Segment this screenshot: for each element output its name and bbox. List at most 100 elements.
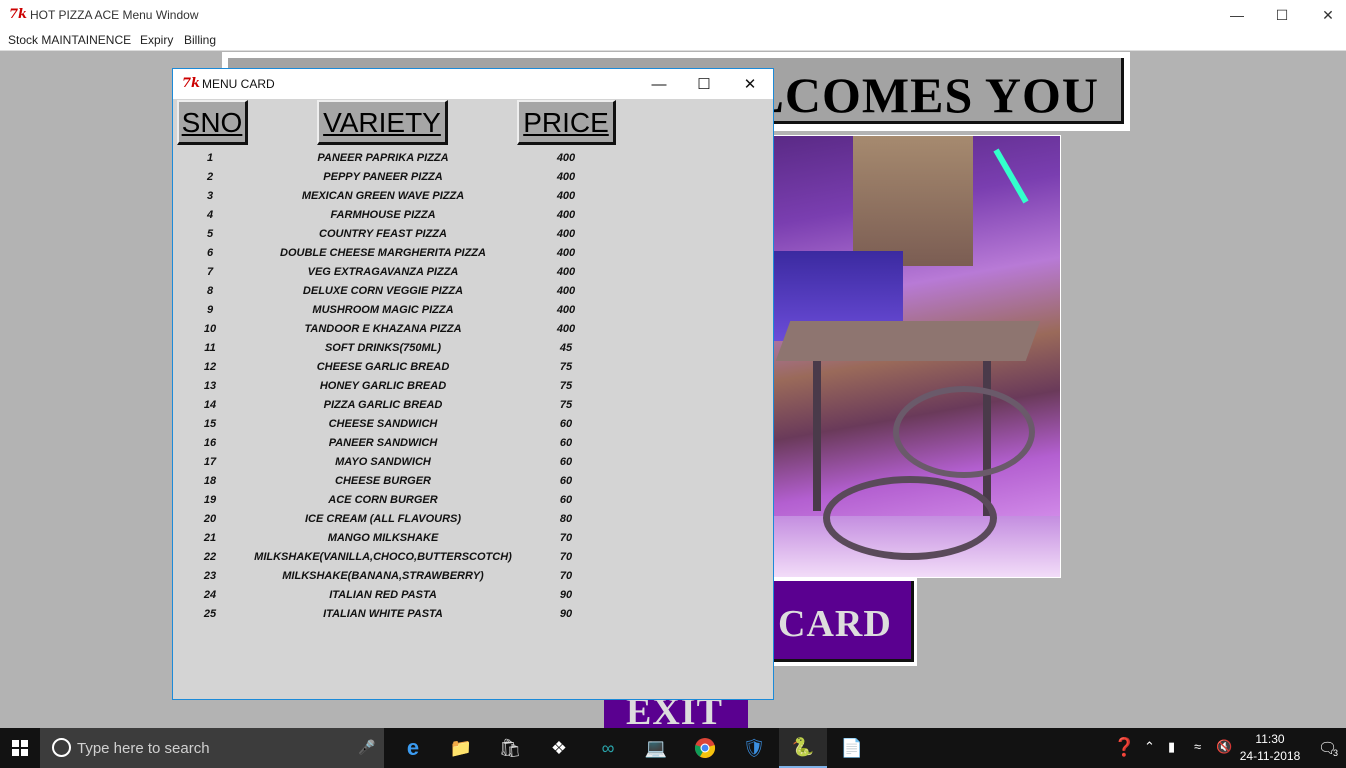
arduino-icon[interactable]: ∞ [584,728,632,768]
python-icon[interactable]: 🐍 [779,728,827,768]
row-sno: 23 [203,570,217,582]
start-button[interactable] [0,728,40,768]
battery-icon[interactable]: ▮ [1168,739,1175,755]
row-price: 70 [559,532,573,544]
row-variety: TANDOOR E KHAZANA PIZZA [304,323,462,335]
store-icon[interactable]: 🛍 [486,728,534,768]
table-row: 6 DOUBLE CHEESE MARGHERITA PIZZA 400 [173,244,773,263]
volume-muted-icon[interactable]: 🔇 [1216,739,1232,755]
taskbar-search-box[interactable]: Type here to search 🎤 [40,728,384,768]
tk-feather-icon: 7k [9,7,28,22]
row-variety: VEG EXTRAGAVANZA PIZZA [307,266,459,278]
dropbox-icon[interactable]: ❖ [535,728,583,768]
exit-button[interactable]: EXIT [604,698,748,728]
row-variety: ITALIAN WHITE PASTA [323,608,443,620]
table-row: 16 PANEER SANDWICH 60 [173,434,773,453]
menu-stock-maintainence[interactable]: Stock MAINTAINENCE [8,33,131,47]
row-variety: CHEESE SANDWICH [328,418,438,430]
security-app-icon[interactable]: 🛡 [730,728,778,768]
table-row: 19 ACE CORN BURGER 60 [173,491,773,510]
main-window-title: HOT PIZZA ACE Menu Window [30,8,199,22]
clock-time: 11:30 [1255,732,1285,746]
header-price[interactable]: PRICE [517,100,616,145]
header-sno[interactable]: SNO [177,100,248,145]
microphone-icon[interactable]: 🎤 [358,739,375,756]
row-sno: 25 [203,608,217,620]
wifi-icon[interactable]: ≈ [1194,739,1201,754]
row-variety: ICE CREAM (ALL FLAVOURS) [304,513,462,525]
taskbar-clock[interactable]: 11:30 24-11-2018 [1238,731,1302,765]
python-script-icon[interactable]: 📄 [828,728,876,768]
restaurant-photo [772,135,1061,578]
row-variety: PEPPY PANEER PIZZA [323,171,443,183]
table-row: 18 CHEESE BURGER 60 [173,472,773,491]
row-sno: 13 [203,380,217,392]
dialog-minimize-button[interactable]: — [636,69,682,99]
row-price: 400 [556,247,576,259]
row-price: 90 [559,589,573,601]
row-variety: PIZZA GARLIC BREAD [323,399,443,411]
table-row: 9 MUSHROOM MAGIC PIZZA 400 [173,301,773,320]
row-sno: 19 [203,494,217,506]
header-variety[interactable]: VARIETY [317,100,448,145]
row-price: 90 [559,608,573,620]
table-row: 10 TANDOOR E KHAZANA PIZZA 400 [173,320,773,339]
row-sno: 3 [206,190,214,202]
row-price: 75 [559,399,573,411]
minimize-button[interactable]: — [1214,0,1260,30]
row-sno: 20 [203,513,217,525]
close-button[interactable]: ✕ [1305,0,1346,30]
row-sno: 14 [203,399,217,411]
edge-browser-icon[interactable]: e [389,728,437,768]
chrome-icon[interactable] [681,728,729,768]
table-row: 1 PANEER PAPRIKA PIZZA 400 [173,149,773,168]
taskbar: Type here to search 🎤 e 📁 🛍 ❖ ∞ 💻 🛡 🐍 📄 … [0,728,1346,768]
row-variety: SOFT DRINKS(750ML) [324,342,442,354]
row-price: 45 [559,342,573,354]
row-price: 400 [556,266,576,278]
table-row: 20 ICE CREAM (ALL FLAVOURS) 80 [173,510,773,529]
dialog-close-button[interactable]: ✕ [727,69,773,99]
row-sno: 7 [206,266,214,278]
maximize-button[interactable]: ☐ [1259,0,1305,30]
row-price: 400 [556,304,576,316]
row-variety: MILKSHAKE(VANILLA,CHOCO,BUTTERSCOTCH) [254,551,512,563]
table-row: 15 CHEESE SANDWICH 60 [173,415,773,434]
table-row: 25 ITALIAN WHITE PASTA 90 [173,605,773,624]
table-row: 21 MANGO MILKSHAKE 70 [173,529,773,548]
row-variety: ITALIAN RED PASTA [329,589,437,601]
row-variety: DOUBLE CHEESE MARGHERITA PIZZA [280,247,486,259]
row-price: 400 [556,209,576,221]
tk-feather-icon: 7k [182,76,201,91]
menu-card-dialog: 7k MENU CARD — ☐ ✕ SNO VARIETY PRICE 1 PA… [172,68,774,700]
row-price: 400 [556,228,576,240]
row-variety: DELUXE CORN VEGGIE PIZZA [302,285,464,297]
row-variety: HONEY GARLIC BREAD [319,380,447,392]
row-sno: 8 [206,285,214,297]
chevron-up-icon[interactable]: ⌃ [1144,739,1155,755]
help-icon[interactable]: ❓ [1113,737,1135,758]
menu-card-button[interactable]: CARD [761,578,917,666]
row-price: 60 [559,418,573,430]
table-row: 14 PIZZA GARLIC BREAD 75 [173,396,773,415]
row-sno: 21 [203,532,217,544]
row-sno: 16 [203,437,217,449]
table-row: 4 FARMHOUSE PIZZA 400 [173,206,773,225]
dialog-maximize-button[interactable]: ☐ [681,69,727,99]
row-variety: PANEER SANDWICH [328,437,438,449]
this-pc-icon[interactable]: 💻 [632,728,680,768]
table-row: 3 MEXICAN GREEN WAVE PIZZA 400 [173,187,773,206]
menu-expiry[interactable]: Expiry [140,33,173,47]
table-row: 13 HONEY GARLIC BREAD 75 [173,377,773,396]
row-price: 400 [556,285,576,297]
file-explorer-icon[interactable]: 📁 [437,728,485,768]
row-sno: 11 [204,342,216,354]
row-variety: MANGO MILKSHAKE [327,532,439,544]
row-price: 80 [559,513,573,525]
welcome-text: LCOMES YOU [750,67,1099,123]
row-variety: CHEESE BURGER [335,475,431,487]
row-price: 75 [559,361,573,373]
row-sno: 22 [203,551,217,563]
menu-billing[interactable]: Billing [184,33,216,47]
row-sno: 15 [203,418,217,430]
